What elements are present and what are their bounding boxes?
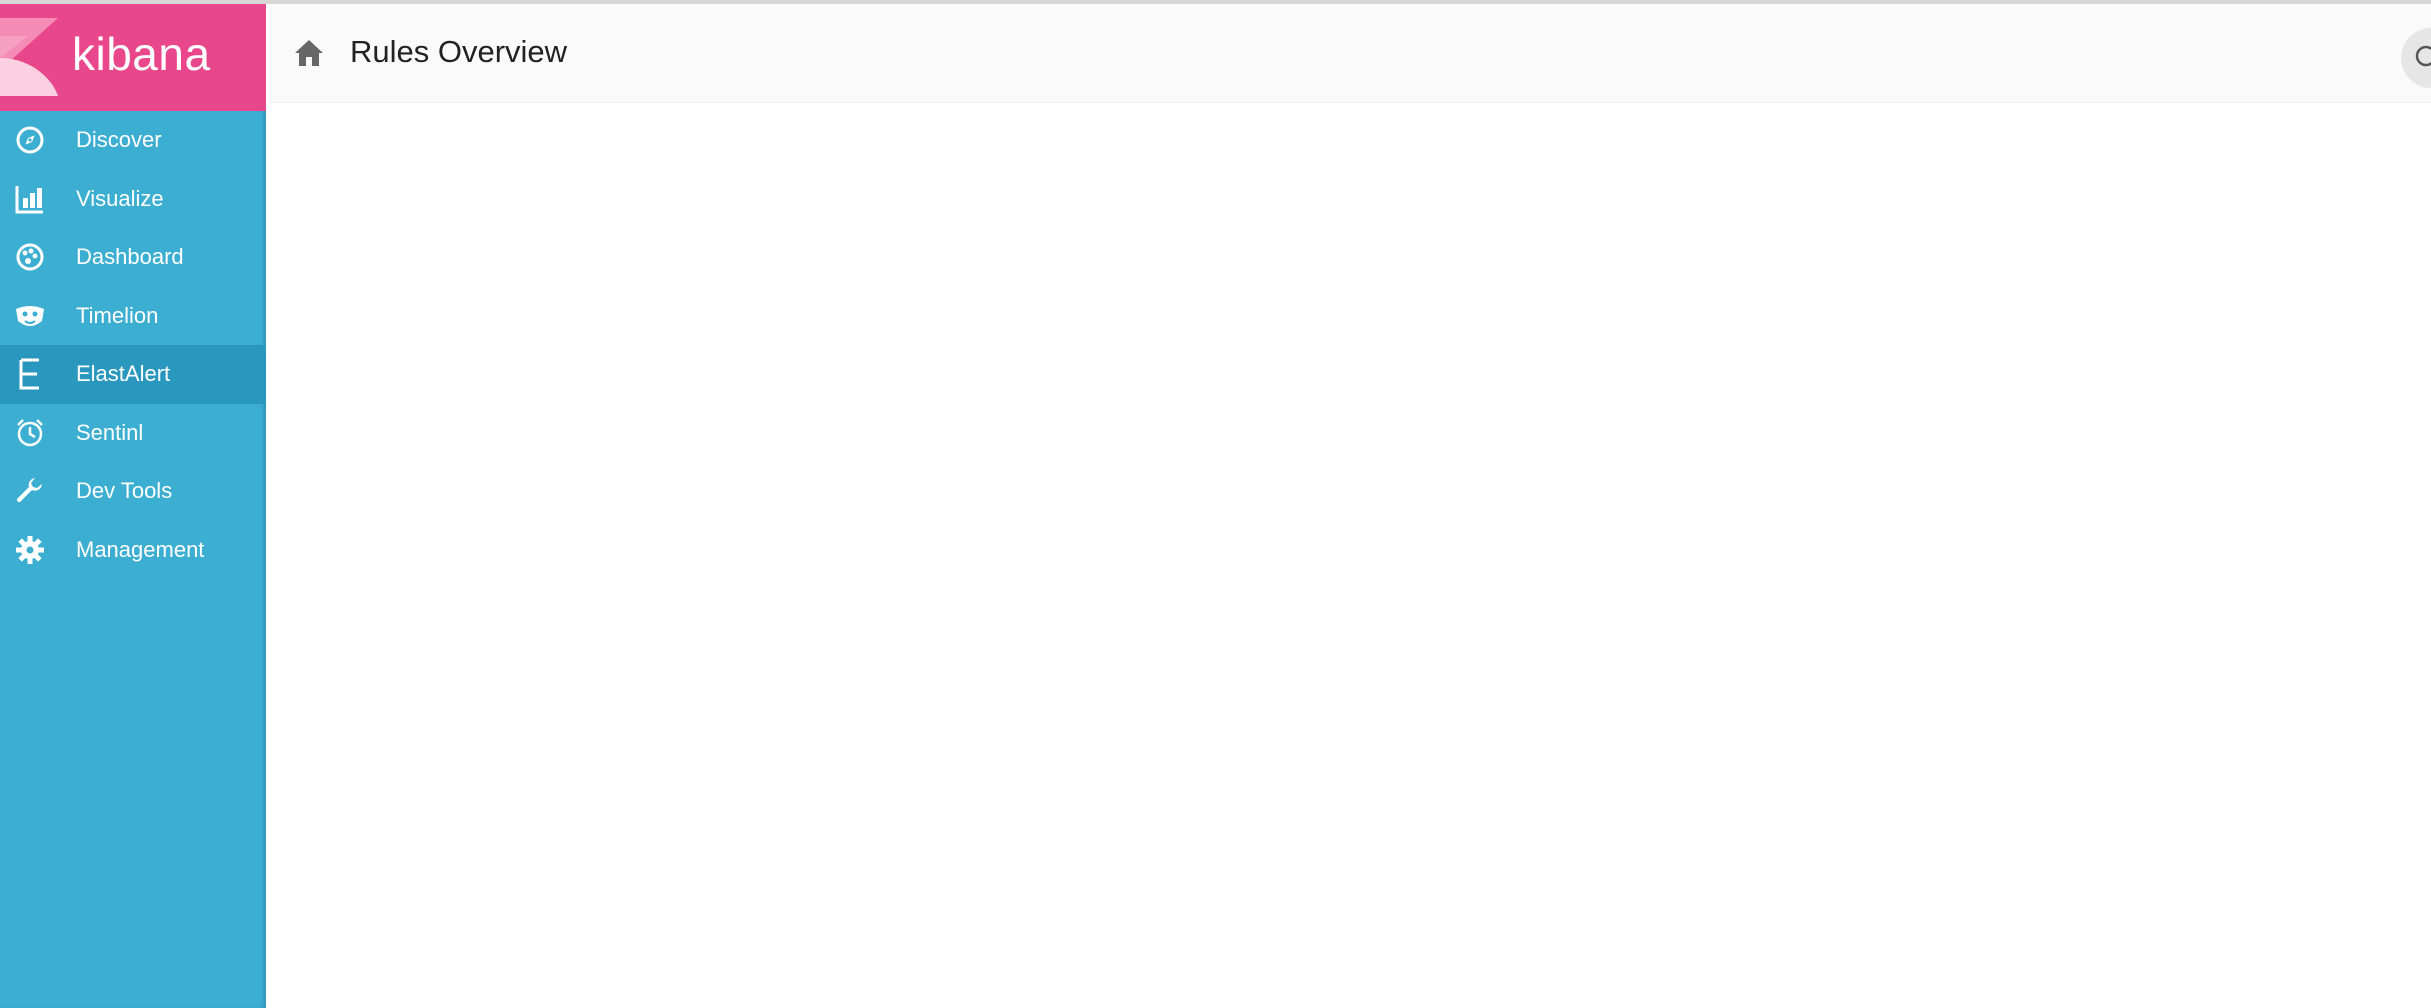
sidebar-item-label: Sentinl <box>76 419 144 445</box>
bar-chart-icon <box>13 182 47 216</box>
sidebar-item-label: Timelion <box>76 302 159 328</box>
sidebar-item-label: Dev Tools <box>76 478 173 504</box>
sidebar-item-visualize[interactable]: Visualize <box>0 170 266 229</box>
sidebar-item-sentinl[interactable]: Sentinl <box>0 404 266 463</box>
search-button[interactable] <box>2401 28 2431 88</box>
sidebar-item-management[interactable]: Management <box>0 521 266 580</box>
dashboard-gauge-icon <box>13 240 47 274</box>
sidebar-item-label: ElastAlert <box>76 361 171 387</box>
kibana-logo-mark-icon <box>0 18 58 96</box>
sidebar-item-dashboard[interactable]: Dashboard <box>0 228 266 287</box>
sidebar-item-label: Visualize <box>76 185 164 211</box>
kibana-app: kibana Discover Visualize Dashboard Time… <box>0 0 2431 1008</box>
window-top-border <box>0 0 2431 4</box>
sidebar-item-timelion[interactable]: Timelion <box>0 287 266 346</box>
top-header: Rules Overview <box>270 4 2431 103</box>
sidebar-item-discover[interactable]: Discover <box>0 111 266 170</box>
sidebar-item-label: Discover <box>76 127 162 153</box>
alarm-clock-icon <box>13 416 47 450</box>
sidebar: kibana Discover Visualize Dashboard Time… <box>0 0 266 1008</box>
sidebar-item-dev-tools[interactable]: Dev Tools <box>0 462 266 521</box>
gear-icon <box>13 533 47 567</box>
compass-icon <box>13 123 47 157</box>
home-icon[interactable] <box>292 36 326 70</box>
sidebar-nav: Discover Visualize Dashboard Timelion El… <box>0 111 266 579</box>
kibana-logo[interactable]: kibana <box>0 0 266 111</box>
sidebar-item-label: Dashboard <box>76 244 184 270</box>
letter-e-icon <box>13 357 47 391</box>
timelion-mask-icon <box>13 299 47 333</box>
logo-text: kibana <box>72 28 211 80</box>
sidebar-item-elastalert[interactable]: ElastAlert <box>0 345 266 404</box>
search-icon <box>2415 45 2431 67</box>
main-content <box>270 103 2431 1008</box>
wrench-icon <box>13 474 47 508</box>
page-title: Rules Overview <box>350 34 568 69</box>
sidebar-item-label: Management <box>76 536 205 562</box>
